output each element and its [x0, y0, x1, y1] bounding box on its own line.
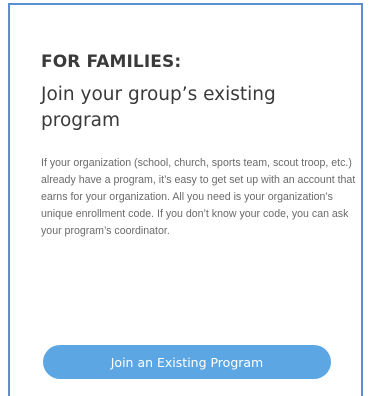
section-eyebrow: FOR FAMILIES: — [41, 52, 182, 72]
join-existing-program-button[interactable]: Join an Existing Program — [43, 345, 331, 379]
section-headline: Join your group’s existing program — [41, 84, 276, 131]
families-card: FOR FAMILIES: Join your group’s existing… — [8, 3, 363, 396]
section-description: If your organization (school, church, sp… — [41, 157, 356, 237]
